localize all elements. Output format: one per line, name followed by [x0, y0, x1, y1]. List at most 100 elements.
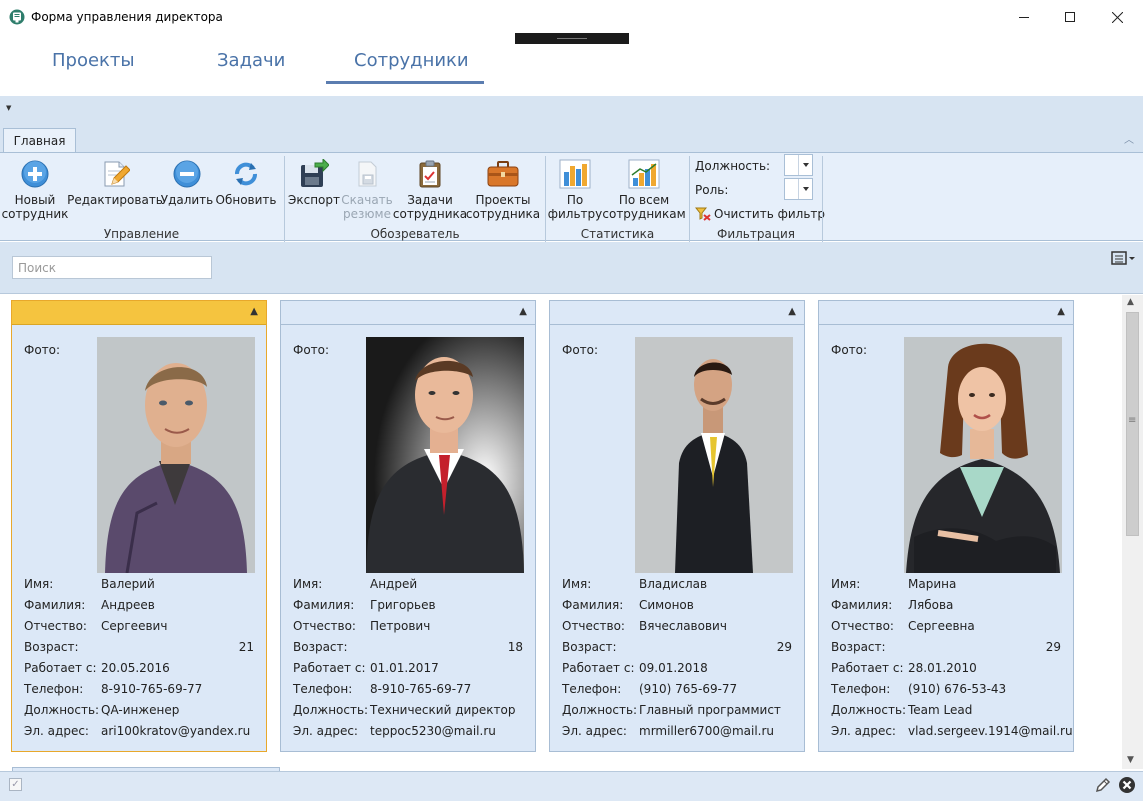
position-value: Главный программист: [639, 703, 781, 717]
employee-card[interactable]: ▲ Фото: Имя: Валерий Фамилия: Андреев Отче…: [11, 300, 267, 752]
employee-photo: [635, 337, 793, 573]
chevron-up-icon[interactable]: ▲: [250, 306, 258, 317]
close-button[interactable]: [1094, 0, 1140, 34]
since-value: 20.05.2016: [101, 661, 170, 675]
patronymic-label: Отчество:: [831, 619, 894, 633]
name-label: Имя:: [831, 577, 861, 591]
phone-value: (910) 676-53-43: [908, 682, 1007, 696]
tab-projects[interactable]: Проекты: [52, 50, 135, 71]
position-label: Должность:: [293, 703, 369, 717]
clipboard-task-icon: [419, 160, 441, 188]
phone-label: Телефон:: [24, 682, 84, 696]
employee-card[interactable]: ▲ Фото: Имя: Марина Фамилия: Лябова Отчест…: [818, 300, 1074, 752]
since-label: Работает с:: [24, 661, 97, 675]
surname-label: Фамилия:: [24, 598, 86, 612]
email-value: teppoc5230@mail.ru: [370, 724, 496, 738]
position-label: Должность:: [24, 703, 100, 717]
position-value: Технический директор: [370, 703, 516, 717]
chevron-up-icon[interactable]: ▲: [788, 306, 796, 317]
email-label: Эл. адрес:: [293, 724, 358, 738]
scroll-down-icon[interactable]: ▼: [1127, 755, 1134, 765]
group-label-browser: Обозреватель: [370, 227, 460, 241]
position-value: Team Lead: [908, 703, 973, 717]
drag-grip[interactable]: [515, 33, 629, 44]
clear-filter-icon: [695, 207, 711, 221]
ribbon-tab-main[interactable]: Главная: [3, 128, 76, 153]
employee-tasks-button[interactable]: Задачи сотрудника: [393, 159, 467, 221]
export-button[interactable]: Экспорт: [287, 159, 341, 207]
age-label: Возраст:: [293, 640, 348, 654]
employee-projects-label-2: сотрудника: [465, 207, 541, 221]
delete-label: Удалить: [160, 193, 214, 207]
card-header[interactable]: ▲: [281, 301, 535, 325]
ribbon-collapse-icon[interactable]: ︿: [1124, 131, 1134, 146]
field-position: Должность: Главный программист: [562, 703, 792, 721]
card-header[interactable]: ▲: [550, 301, 804, 325]
phone-label: Телефон:: [293, 682, 353, 696]
age-label: Возраст:: [562, 640, 617, 654]
email-value: vlad.sergeev.1914@mail.ru: [908, 724, 1073, 738]
employee-tasks-label-1: Задачи: [407, 193, 453, 207]
age-label: Возраст:: [831, 640, 886, 654]
since-value: 28.01.2010: [908, 661, 977, 675]
group-label-manage: Управление: [103, 227, 180, 241]
scroll-up-icon[interactable]: ▲: [1127, 297, 1134, 307]
layout-menu-button[interactable]: [1110, 250, 1138, 268]
new-employee-button[interactable]: Новый сотрудник: [2, 159, 68, 221]
refresh-button[interactable]: Обновить: [215, 159, 277, 207]
card-header[interactable]: ▲: [12, 301, 266, 325]
employee-card[interactable]: ▲ Фото: Имя: Владислав Фамилия: Симонов От…: [549, 300, 805, 752]
stats-by-filter-button[interactable]: По фильтру: [548, 159, 602, 221]
employee-card[interactable]: ▲ Фото: Имя: Андрей Фамилия: Григорьев Отч…: [280, 300, 536, 752]
pencil-icon: [1095, 777, 1111, 793]
download-resume-label-1: Скачать: [341, 193, 393, 207]
quick-access-dropdown-icon[interactable]: ▼: [6, 104, 11, 112]
chevron-up-icon[interactable]: ▲: [1057, 306, 1065, 317]
email-label: Эл. адрес:: [24, 724, 89, 738]
clear-filter-button[interactable]: Очистить фильтр: [695, 207, 825, 221]
bar-chart-icon: [559, 159, 591, 189]
delete-button[interactable]: Удалить: [161, 159, 213, 207]
field-surname: Фамилия: Лябова: [831, 598, 1061, 616]
status-checkbox[interactable]: ✓: [9, 778, 22, 791]
surname-value: Лябова: [908, 598, 954, 612]
quick-access-toolbar: [0, 96, 1143, 128]
since-label: Работает с:: [831, 661, 904, 675]
filter-role-combo[interactable]: [784, 178, 813, 200]
field-patronymic: Отчество: Вячеславович: [562, 619, 792, 637]
field-name: Имя: Андрей: [293, 577, 523, 595]
edit-button[interactable]: Редактировать: [67, 159, 163, 207]
status-bar: [0, 771, 1143, 801]
active-tab-indicator: [326, 81, 484, 84]
minimize-button[interactable]: [1001, 0, 1047, 34]
tab-employees[interactable]: Сотрудники: [354, 50, 469, 71]
tab-tasks[interactable]: Задачи: [217, 50, 285, 71]
edit-pencil-button[interactable]: [1095, 777, 1111, 796]
maximize-button[interactable]: [1047, 0, 1093, 34]
field-patronymic: Отчество: Сергеевич: [24, 619, 254, 637]
group-label-filter: Фильтрация: [716, 227, 796, 241]
chevron-up-icon[interactable]: ▲: [519, 306, 527, 317]
refresh-icon: [235, 162, 257, 186]
close-icon: [1111, 11, 1123, 23]
employee-projects-button[interactable]: Проекты сотрудника: [465, 159, 541, 221]
stats-by-all-button[interactable]: По всем сотрудникам: [602, 159, 686, 221]
field-since: Работает с: 20.05.2016: [24, 661, 254, 679]
download-resume-button[interactable]: Скачать резюме: [341, 159, 393, 221]
stats-by-all-label-1: По всем: [618, 193, 670, 207]
minimize-icon: [1019, 17, 1029, 18]
filter-role-label: Роль:: [695, 183, 729, 197]
field-age: Возраст: 18: [293, 640, 523, 658]
search-input[interactable]: [12, 256, 212, 279]
patronymic-label: Отчество:: [293, 619, 356, 633]
field-position: Должность: QA-инженер: [24, 703, 254, 721]
group-separator: [822, 156, 823, 242]
card-header[interactable]: ▲: [819, 301, 1073, 325]
email-value: ari100kratov@yandex.ru: [101, 724, 251, 738]
cancel-button[interactable]: [1118, 776, 1136, 797]
filter-position-combo[interactable]: [784, 154, 813, 176]
ribbon: Новый сотрудник Редактировать Удалить Об…: [0, 152, 1143, 242]
age-value: 29: [776, 640, 792, 654]
briefcase-icon: [487, 161, 519, 187]
remove-circle-icon: [173, 160, 201, 188]
